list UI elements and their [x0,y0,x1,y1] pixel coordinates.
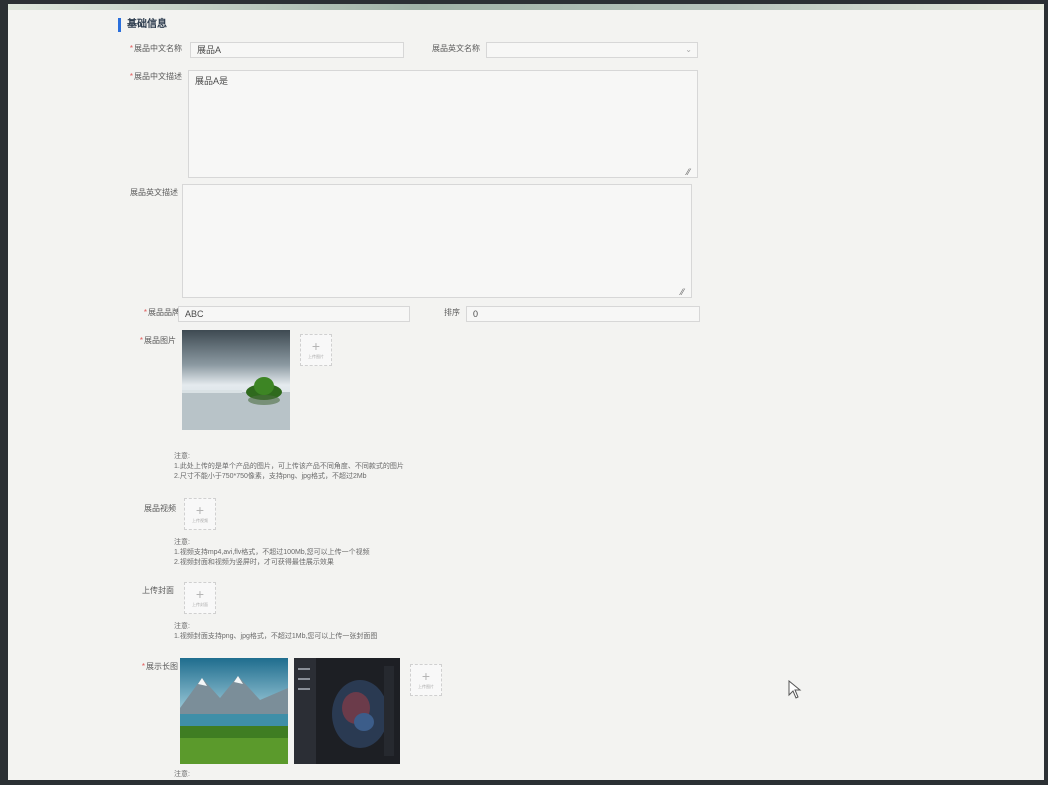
note-line: 注意: [174,623,190,630]
cn-desc-textarea[interactable]: 展品A是 ⁄⁄ [188,70,698,178]
display-notes: 注意: [174,770,374,780]
cover-upload-button[interactable]: + 上传封面 [184,582,216,614]
note-line: 1.视频封面支持png、jpg格式，不超过1Mb,您可以上传一张封面图 [174,633,378,640]
upload-caption: 上传图片 [418,684,434,689]
landscape-island-image [182,330,290,430]
plus-icon: + [195,502,205,518]
display-label: 展示长图 [118,660,178,674]
note-line: 注意: [174,771,190,778]
cn-desc-label: 展品中文描述 [112,70,182,84]
video-notes: 注意: 1.视频支持mp4,avi,flv格式，不超过100Mb,您可以上传一个… [174,538,594,568]
resize-handle-icon[interactable]: ⁄⁄ [681,288,689,297]
image-notes: 注意: 1.此处上传的是单个产品的图片，可上传该产品不同角度、不同款式的图片 2… [174,452,594,482]
video-label: 展品视频 [144,504,176,513]
note-line: 2.尺寸不能小于750*750像素，支持png、jpg格式，不超过2Mb [174,473,367,480]
upload-caption: 上传视频 [192,518,208,523]
plus-icon: + [421,668,431,684]
upload-caption: 上传图片 [308,354,324,359]
en-desc-textarea[interactable]: ⁄⁄ [182,184,692,298]
plus-icon: + [311,338,321,354]
plus-icon: + [195,586,205,602]
upload-caption: 上传封面 [192,602,208,607]
image-upload-button[interactable]: + 上传图片 [300,334,332,366]
en-name-input[interactable]: ⌄ [486,42,698,58]
en-desc-label: 展品英文描述 [130,188,178,197]
note-line: 1.视频支持mp4,avi,flv格式，不超过100Mb,您可以上传一个视频 [174,549,370,556]
note-line: 2.视频封面和视频为竖屏时，才可获得最佳展示效果 [174,559,334,566]
sort-label: 排序 [444,308,460,317]
display-image-thumbnail[interactable] [180,658,288,764]
note-line: 注意: [174,539,190,546]
browser-screen: 基础信息 展品中文名称 展品A 展品英文名称 ⌄ 展品中文描述 展品A是 ⁄⁄ … [8,4,1044,780]
window-top-strip [8,4,1044,10]
note-line: 1.此处上传的是单个产品的图片，可上传该产品不同角度、不同款式的图片 [174,463,404,470]
display-image-thumbnail-2[interactable] [294,658,400,764]
sort-input[interactable]: 0 [466,306,700,322]
image-label: 展品图片 [116,334,176,348]
section-title: 基础信息 [118,18,167,32]
display-upload-button[interactable]: + 上传图片 [410,664,442,696]
cn-desc-text: 展品A是 [195,76,229,86]
note-line: 注意: [174,453,190,460]
ultrasound-screen-image [294,658,400,764]
resize-handle-icon[interactable]: ⁄⁄ [687,168,695,177]
mouse-cursor-icon [788,680,802,699]
chevron-down-icon: ⌄ [685,45,692,54]
cn-name-label: 展品中文名称 [112,42,182,56]
en-name-label: 展品英文名称 [432,44,480,53]
cn-name-input[interactable]: 展品A [190,42,404,58]
cover-label: 上传封面 [142,586,174,595]
cover-notes: 注意: 1.视频封面支持png、jpg格式，不超过1Mb,您可以上传一张封面图 [174,622,594,642]
mountain-lake-image [180,658,288,764]
video-upload-button[interactable]: + 上传视频 [184,498,216,530]
brand-input[interactable]: ABC [178,306,410,322]
brand-label: 展品品牌 [114,306,180,320]
product-image-thumbnail[interactable] [182,330,290,430]
